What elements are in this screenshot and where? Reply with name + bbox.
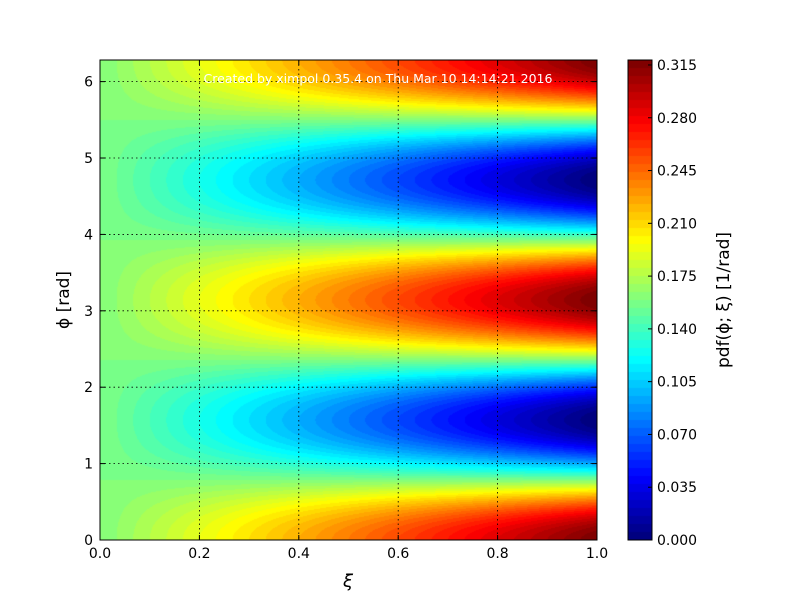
y-axis-label: ϕ [rad] [54,271,74,329]
x-tick-label: 1.0 [586,546,608,562]
annotation-text: Created by ximpol 0.35.4 on Thu Mar 10 1… [204,71,553,86]
y-tick-label: 4 [84,227,93,243]
colorbar-label: pdf(ϕ; ξ) [1/rad] [714,232,734,368]
colorbar-tick-label: 0.280 [657,111,697,127]
colorbar-tick-label: 0.070 [657,427,697,443]
x-axis-label: ξ [342,571,354,592]
colorbar-tick-label: 0.175 [657,269,697,285]
grid-lines [100,60,597,540]
colorbar-tick-label: 0.105 [657,375,697,391]
x-tick-label: 0.6 [387,546,409,562]
chart-svg: 0.0 0.2 0.4 0.6 0.8 1.0 0123456 Created by xi… [54,58,734,592]
colorbar-tick-label: 0.245 [657,164,697,180]
y-tick-label: 5 [84,151,93,167]
plot-frame [99,59,598,541]
y-tick-label: 6 [84,75,93,91]
x-tick-label: 0.8 [486,546,508,562]
y-axis: 0 1 2 3 4 5 6 [84,75,597,549]
colorbar-tick-label: 0.035 [657,480,697,496]
colorbar-axis: 0.000 0.035 0.070 0.105 0.140 0.175 0.210 0.245… [648,58,697,549]
x-tick-label: 0.2 [188,546,210,562]
y-tick-label: 1 [84,457,93,473]
y-tick-label: 0 [84,533,93,549]
colorbar-tick-label: 0.140 [657,322,697,338]
colorbar-frame [627,59,653,541]
figure: 0.0 0.2 0.4 0.6 0.8 1.0 0123456 Created by xi… [0,0,800,600]
colorbar-tick-label: 0.000 [657,533,697,549]
y-tick-label: 2 [84,380,93,396]
colorbar-tick-label: 0.210 [657,216,697,232]
colorbar-tick-label: 0.315 [657,58,697,74]
y-tick-label: 3 [84,304,93,320]
x-tick-label: 0.4 [288,546,310,562]
